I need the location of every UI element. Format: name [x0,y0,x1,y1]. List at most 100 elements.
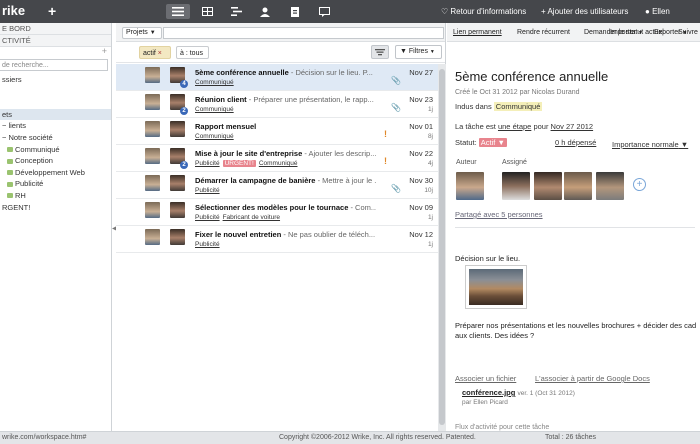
task-tag[interactable]: Communiqué [195,79,234,86]
assignee-avatar[interactable] [170,175,185,191]
table-view-icon[interactable] [195,4,219,19]
task-row[interactable]: Fixer le nouvel entretien - Ne pas oubli… [116,226,438,253]
permalink-link[interactable]: Lien permanent [453,23,502,43]
sidebar-item-blank-1[interactable] [0,86,111,98]
filter-chip-active[interactable]: actif × [139,46,171,59]
task-tag[interactable]: Fabricant de voiture [223,214,280,221]
task-row[interactable]: 4 5ème conférence annuelle - Décision sur… [116,64,438,91]
task-title-line[interactable]: Réunion client - Préparer une présentati… [195,95,376,104]
sidebar-search-input[interactable]: de recherche... [0,59,108,71]
attachment-filename[interactable]: conférence.jpg [462,388,515,397]
sidebar-item-publicite[interactable]: Publicité [0,178,111,190]
sidebar-item-blank-2[interactable] [0,97,111,109]
task-tag[interactable]: Publicité [195,241,220,248]
shared-with-link[interactable]: Partagé avec 5 personnes [455,210,543,219]
filter-chip-assignee[interactable]: à : tous [176,46,209,59]
assignee-avatar[interactable] [564,172,592,200]
sidebar-item-urgent[interactable]: RGENT! [0,202,111,214]
conference-photo [469,269,523,305]
activity-stream-header[interactable]: Flux d'activité pour cette tâche [455,424,549,431]
sidebar-item-web-dev[interactable]: Développement Web [0,167,111,179]
task-title-line[interactable]: Fixer le nouvel entretien - Ne pas oubli… [195,230,376,239]
task-row[interactable]: Démarrer la campagne de banière - Mettre… [116,172,438,199]
sidebar-item-communique[interactable]: Communiqué [0,144,111,156]
task-title-line[interactable]: Démarrer la campagne de banière - Mettre… [195,176,376,185]
add-users-link[interactable]: + Ajouter des utilisateurs [541,7,628,16]
sidebar-section-dashboard[interactable]: E BORD [0,23,111,35]
document-icon[interactable] [283,4,307,19]
author-avatar[interactable] [145,202,160,218]
assignee-avatar[interactable] [170,229,185,245]
task-description-line[interactable]: Décision sur le lieu. [455,254,520,263]
task-row[interactable]: Sélectionner des modèles pour le tournac… [116,199,438,226]
sidebar-section-activity[interactable]: CTIVITÉ [0,35,111,47]
task-row[interactable]: 2 Réunion client - Préparer une présentat… [116,91,438,118]
author-avatar[interactable] [145,94,160,110]
attachment-thumbnail[interactable] [465,265,527,309]
import-menu[interactable]: Importer ▼ [610,29,643,36]
task-title-line[interactable]: Mise à jour le site d'entreprise - Ajout… [195,149,376,158]
task-tag[interactable]: Communiqué [195,106,234,113]
sidebar-item-conception[interactable]: Conception [0,155,111,167]
assignee-avatar[interactable] [170,121,185,137]
due-date-link[interactable]: Nov 27 2012 [551,122,594,131]
sidebar-item-clients[interactable]: − lients [0,120,111,132]
user-menu[interactable]: ● Ellen [645,7,670,16]
sidebar-item-projects[interactable]: ets [0,108,111,121]
wrike-logo[interactable]: rike [2,3,25,18]
author-avatar[interactable] [145,148,160,164]
author-avatar[interactable] [145,229,160,245]
task-tag[interactable]: Publicité [195,187,220,194]
feedback-link[interactable]: ♡ Retour d'informations [441,7,526,16]
author-avatar[interactable] [456,172,484,200]
chat-icon[interactable] [312,4,336,19]
add-folder-icon[interactable]: + [102,47,107,55]
attach-google-docs-link[interactable]: L'associer à partir de Google Docs [535,374,650,383]
author-avatar[interactable] [145,121,160,137]
sidebar-item-our-company[interactable]: − Notre société [0,132,111,144]
close-icon[interactable]: × [158,50,162,57]
author-avatar[interactable] [145,175,160,191]
scrollbar-thumb[interactable] [439,69,445,425]
task-title-line[interactable]: Rapport mensuel [195,122,376,131]
timeline-view-icon[interactable] [224,4,248,19]
assignee-avatar[interactable] [596,172,624,200]
task-milestone-info: La tâche est une étape pour Nov 27 2012 [455,122,594,131]
milestone-toggle[interactable]: une étape [498,122,531,131]
assignee-avatar[interactable] [534,172,562,200]
task-row[interactable]: Rapport mensuel Communiqué! Nov 01 8j [116,118,438,145]
folder-tag[interactable]: Communiqué [493,102,543,111]
author-avatar[interactable] [145,67,160,83]
task-tag[interactable]: Communiqué [259,160,298,167]
sidebar-item-folders[interactable]: ssiers [0,74,111,86]
task-title[interactable]: 5ème conférence annuelle [455,69,608,84]
view-options-button[interactable] [371,45,389,59]
task-title-line[interactable]: 5ème conférence annuelle - Décision sur … [195,68,376,77]
projects-dropdown[interactable]: Projets ▼ [122,27,162,39]
attach-file-link[interactable]: Associer un fichier [455,374,516,383]
task-title-line[interactable]: Sélectionner des modèles pour le tournac… [195,203,376,212]
assignee-avatar[interactable] [170,202,185,218]
add-assignee-icon[interactable]: + [633,178,646,191]
time-spent-link[interactable]: 0 h dépensé [555,138,596,147]
sidebar-item-rh[interactable]: RH [0,190,111,202]
user-icon[interactable] [253,4,277,19]
task-tag[interactable]: Publicité [195,214,220,221]
task-description-body[interactable]: Préparer nos présentations et les nouvel… [455,321,700,341]
export-menu[interactable]: Exporter ▼ [654,29,687,36]
make-recurrent-button[interactable]: Rendre récurrent [517,23,570,43]
task-title: Sélectionner des modèles pour le tournac… [195,203,349,212]
author-label: Auteur [456,159,477,166]
list-view-icon[interactable] [166,4,190,19]
task-tag[interactable]: Publicité [195,160,220,167]
task-row[interactable]: 2 Mise à jour le site d'entreprise - Ajou… [116,145,438,172]
task-tag[interactable]: Communiqué [195,133,234,140]
new-item-plus-icon[interactable]: + [48,3,56,19]
status-dropdown[interactable]: Actif ▼ [478,138,507,147]
importance-dropdown[interactable]: Importance normale ▼ [612,140,688,149]
filters-button[interactable]: ▼ Filtres ▼ [395,45,442,59]
task-tag[interactable]: URGENT! [222,160,256,167]
projects-filter-input[interactable] [163,27,444,39]
chevron-down-icon: ▼ [682,30,688,36]
assignee-avatar[interactable] [502,172,530,200]
